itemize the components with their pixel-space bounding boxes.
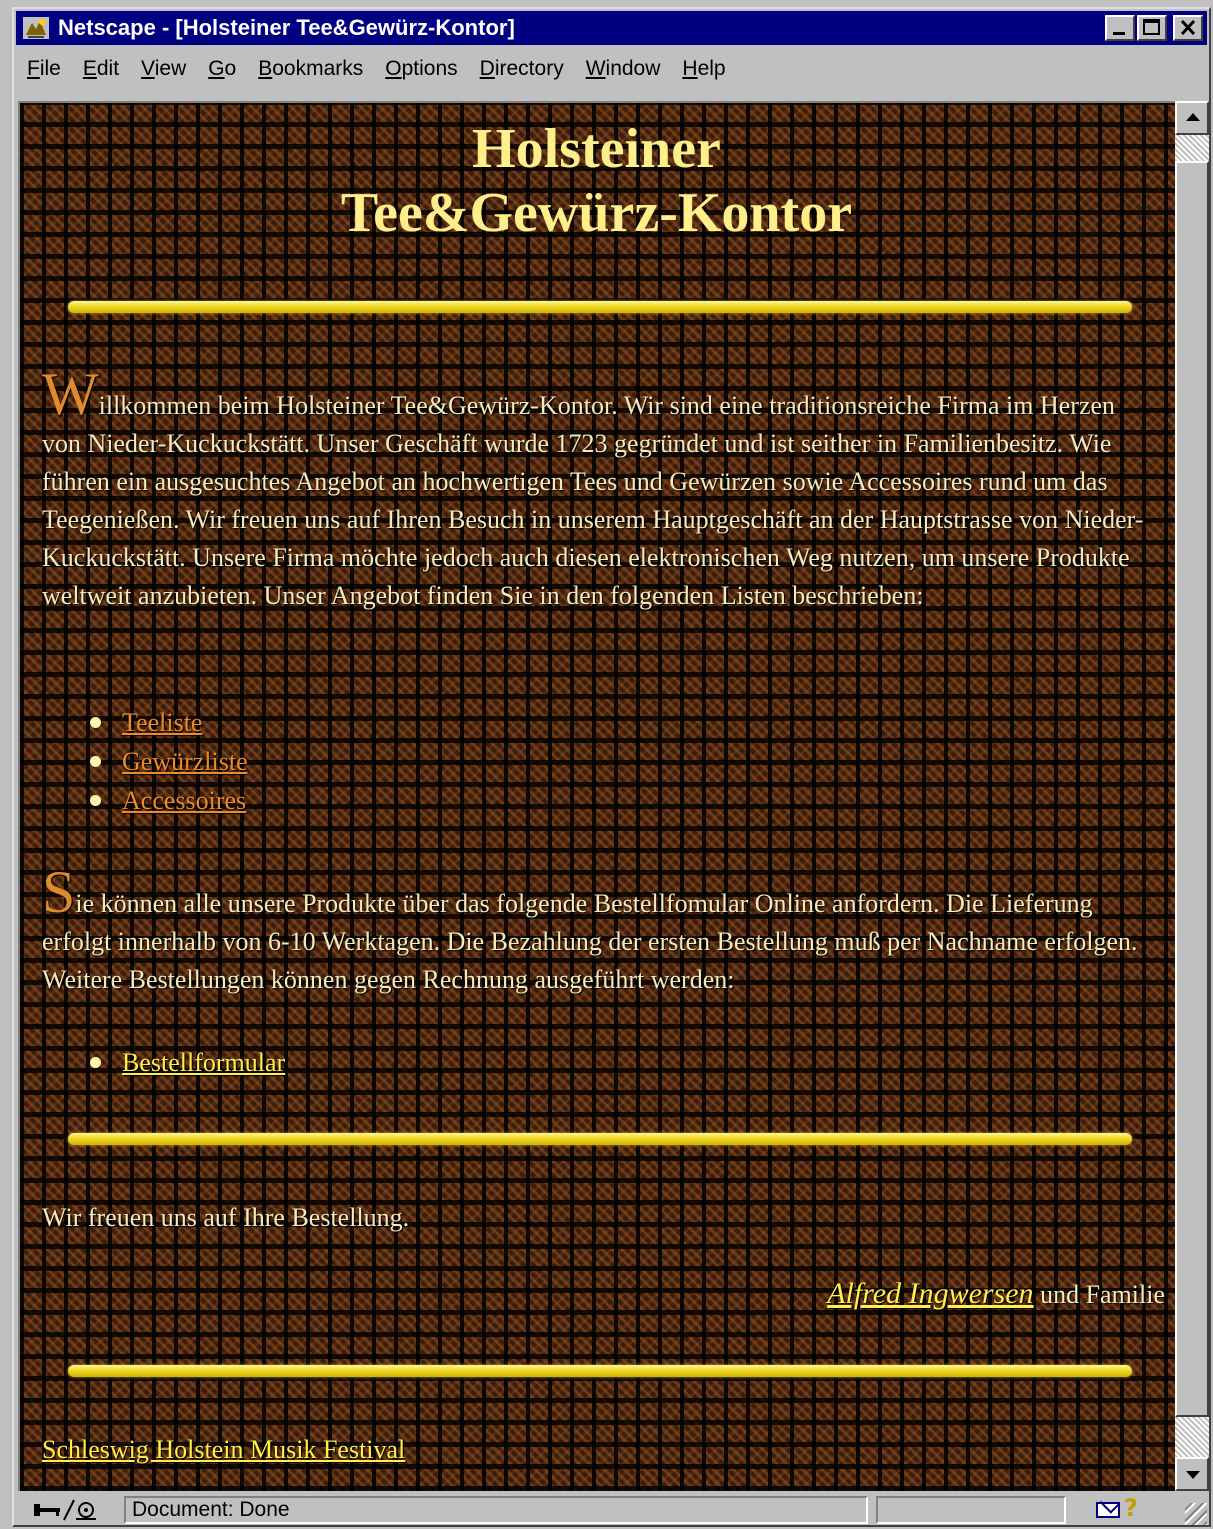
- browser-window: Netscape - [Holsteiner Tee&Gewürz-Kontor…: [12, 7, 1211, 1527]
- footer-link[interactable]: Schleswig Holstein Musik Festival: [42, 1435, 405, 1464]
- footer: Schleswig Holstein Musik Festival: [42, 1431, 1152, 1469]
- menu-options[interactable]: Options: [374, 57, 468, 81]
- menu-help[interactable]: Help: [671, 57, 736, 81]
- menu-bookmarks[interactable]: Bookmarks: [247, 57, 374, 81]
- menu-view[interactable]: View: [130, 57, 197, 81]
- closing-text: Wir freuen uns auf Ihre Bestellung.: [42, 1203, 410, 1232]
- intro-text: illkommen beim Holsteiner Tee&Gewürz-Kon…: [42, 391, 1144, 610]
- menu-file[interactable]: File: [16, 57, 72, 81]
- menu-directory[interactable]: Directory: [469, 57, 575, 81]
- status-text: Document: Done: [124, 1496, 868, 1524]
- resize-grip-icon[interactable]: [1185, 1503, 1207, 1525]
- minimize-icon: [1113, 32, 1125, 35]
- status-icons: ?: [1072, 1494, 1172, 1524]
- list-item: Bestellformular: [90, 1043, 285, 1082]
- link-gewuerzliste[interactable]: Gewürzliste: [122, 747, 248, 776]
- title-bar[interactable]: Netscape - [Holsteiner Tee&Gewürz-Kontor…: [16, 11, 1207, 45]
- divider-rule: [68, 1365, 1132, 1377]
- menu-window[interactable]: Window: [575, 57, 672, 81]
- close-button[interactable]: [1173, 15, 1203, 41]
- window-title: Netscape - [Holsteiner Tee&Gewürz-Kontor…: [58, 15, 515, 40]
- link-bestellformular[interactable]: Bestellformular: [122, 1048, 285, 1077]
- minimize-button[interactable]: [1105, 15, 1135, 41]
- order-text: ie können alle unsere Produkte über das …: [42, 889, 1138, 994]
- maximize-icon: [1143, 19, 1160, 35]
- scroll-thumb[interactable]: [1175, 161, 1209, 1417]
- page-content: Holsteiner Tee&Gewürz-Kontor Willkommen …: [20, 103, 1173, 1489]
- help-question-icon[interactable]: ?: [1124, 1494, 1138, 1522]
- order-paragraph: Sie können alle unsere Produkte über das…: [42, 862, 1152, 999]
- scroll-up-button[interactable]: [1175, 101, 1209, 135]
- vertical-scrollbar[interactable]: [1175, 101, 1209, 1491]
- status-bar: Document: Done ?: [16, 1494, 1207, 1525]
- order-dropcap: S: [42, 859, 76, 925]
- scroll-down-button[interactable]: [1175, 1457, 1209, 1491]
- order-list: Bestellformular: [90, 1043, 285, 1082]
- divider-rule: [68, 1133, 1132, 1145]
- page-title-line1: Holsteiner: [472, 118, 721, 180]
- list-item: Gewürzliste: [90, 742, 248, 781]
- intro-dropcap: W: [42, 361, 99, 427]
- signature-link[interactable]: Alfred Ingwersen: [827, 1277, 1033, 1310]
- scroll-up-icon: [1186, 113, 1200, 121]
- link-accessoires[interactable]: Accessoires: [122, 786, 246, 815]
- list-item: Accessoires: [90, 781, 248, 820]
- mail-icon[interactable]: [1096, 1502, 1120, 1518]
- maximize-button[interactable]: [1137, 15, 1167, 41]
- page-title: Holsteiner Tee&Gewürz-Kontor: [20, 117, 1173, 245]
- menu-bar: File Edit View Go Bookmarks Options Dire…: [16, 49, 1207, 89]
- page-viewport[interactable]: Holsteiner Tee&Gewürz-Kontor Willkommen …: [18, 101, 1175, 1491]
- signature-rest: und Familie: [1033, 1280, 1165, 1309]
- progress-field: [876, 1496, 1066, 1524]
- menu-go[interactable]: Go: [197, 57, 247, 81]
- list-item: Teeliste: [90, 703, 248, 742]
- product-list: Teeliste Gewürzliste Accessoires: [90, 703, 248, 820]
- window-controls: [1105, 15, 1203, 41]
- security-key-icon[interactable]: [30, 1498, 102, 1522]
- divider-rule: [68, 301, 1132, 313]
- link-teeliste[interactable]: Teeliste: [122, 708, 202, 737]
- signature: Alfred Ingwersen und Familie: [827, 1275, 1165, 1314]
- scroll-down-icon: [1186, 1471, 1200, 1479]
- page-title-line2: Tee&Gewürz-Kontor: [340, 182, 853, 244]
- close-icon: [1180, 19, 1196, 36]
- intro-paragraph: Willkommen beim Holsteiner Tee&Gewürz-Ko…: [42, 364, 1152, 615]
- netscape-app-icon[interactable]: [22, 15, 50, 41]
- menu-edit[interactable]: Edit: [72, 57, 130, 81]
